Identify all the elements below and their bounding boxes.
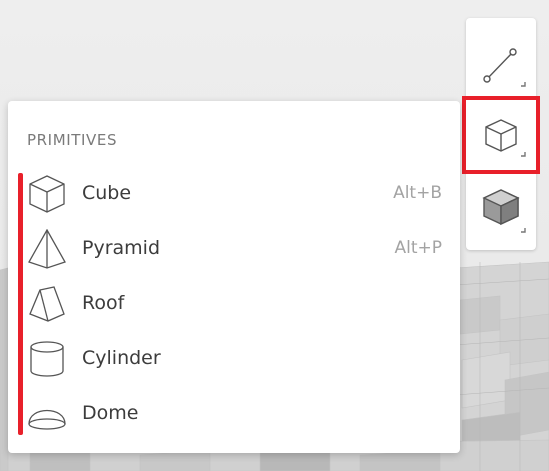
menu-item-dome[interactable]: Dome (26, 389, 450, 439)
menu-item-label: Pyramid (82, 237, 161, 259)
menu-item-label: Cylinder (82, 347, 161, 369)
solid-tool-button[interactable] (466, 176, 536, 246)
menu-title: PRIMITIVES (27, 131, 118, 149)
shortcut-hint: Alt+P (394, 238, 442, 258)
dome-icon (28, 410, 66, 430)
menu-item-roof[interactable]: Roof (26, 279, 450, 329)
modeling-toolbar (462, 18, 540, 250)
menu-item-label: Cube (82, 182, 132, 204)
menu-item-cube[interactable]: Cube Alt+B (26, 169, 450, 219)
primitive-cube-icon (485, 119, 526, 157)
pyramid-icon (28, 229, 66, 269)
menu-item-label: Dome (82, 402, 139, 424)
solid-box-icon (482, 189, 526, 233)
line-tool-icon (483, 48, 526, 87)
primitives-menu: PRIMITIVES Cube Alt+B Pyramid Alt+P Roof (8, 101, 460, 453)
cylinder-icon (30, 341, 64, 377)
line-tool-button[interactable] (466, 30, 536, 100)
primitive-tool-button[interactable] (462, 96, 540, 174)
roof-icon (29, 286, 65, 322)
shortcut-hint: Alt+B (393, 183, 442, 203)
menu-item-cylinder[interactable]: Cylinder (26, 334, 450, 384)
selection-indicator (18, 173, 23, 435)
cube-icon (29, 175, 65, 213)
menu-item-label: Roof (82, 292, 125, 314)
menu-item-pyramid[interactable]: Pyramid Alt+P (26, 224, 450, 274)
